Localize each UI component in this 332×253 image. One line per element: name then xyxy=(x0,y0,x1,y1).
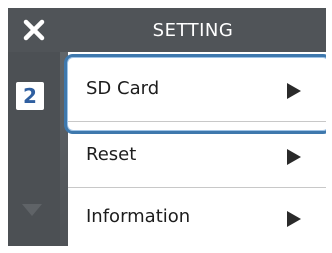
menu-item-reset[interactable]: Reset xyxy=(68,126,326,188)
close-icon[interactable] xyxy=(22,18,46,42)
menu-item-information[interactable]: Information xyxy=(68,188,326,246)
menu-item-label: Information xyxy=(86,206,191,227)
play-arrow-icon xyxy=(287,149,301,165)
play-arrow-icon xyxy=(287,211,301,227)
settings-menu: SD Card Reset Information xyxy=(68,52,326,246)
menu-item-label: SD Card xyxy=(86,78,160,99)
sidebar: 2 xyxy=(8,52,60,246)
title-bar: SETTING xyxy=(8,8,326,52)
play-arrow-icon xyxy=(287,83,301,99)
page-number-badge: 2 xyxy=(16,82,44,110)
page-title: SETTING xyxy=(152,20,234,41)
menu-item-sd-card[interactable]: SD Card xyxy=(68,60,326,122)
menu-item-label: Reset xyxy=(86,144,137,165)
chevron-down-icon[interactable] xyxy=(20,202,44,218)
device-screen: SETTING 2 SD Card Reset Information xyxy=(8,8,326,246)
